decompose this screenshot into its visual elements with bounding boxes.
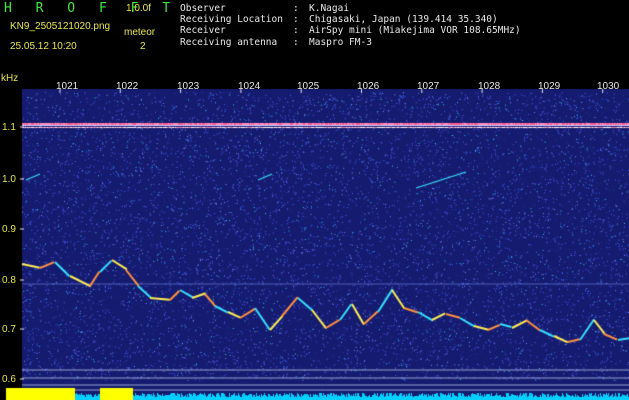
x-tick-label: 1030	[597, 81, 620, 92]
version-label: 1.0.0f	[126, 3, 152, 14]
unit-label: kHz	[1, 73, 19, 84]
info-separator: :	[293, 14, 299, 26]
info-separator: :	[293, 25, 299, 37]
x-tick-label: 1027	[417, 81, 440, 92]
meteor-count: 2	[140, 41, 146, 52]
x-tick-label: 1021	[56, 81, 79, 92]
x-tick-label: 1028	[478, 81, 501, 92]
info-key: Observer	[180, 3, 226, 14]
header-panel: H R O F F T 1.0.0f KN9_2505121020.png me…	[0, 0, 629, 72]
info-key: Receiving Location	[180, 14, 283, 26]
info-row-observer: Observer: K.Nagai	[180, 3, 521, 14]
y-tick-label: 0.6	[2, 374, 16, 385]
info-separator: :	[293, 36, 299, 48]
info-key: Receiving antenna	[180, 36, 278, 48]
file-name: KN9_2505121020.png	[10, 21, 111, 32]
datetime-label: 25.05.12 10:20	[10, 41, 77, 52]
spectrogram-canvas	[0, 72, 629, 400]
x-tick-label: 1024	[238, 81, 261, 92]
info-value: K.Nagai	[309, 3, 350, 14]
x-tick-label: 1023	[177, 81, 200, 92]
station-info: Observer: K.Nagai Receiving Location: Chig…	[180, 3, 521, 48]
info-separator: :	[293, 3, 299, 14]
info-value: Chigasaki, Japan (139.414 35.340)	[309, 14, 498, 26]
y-tick-label: 1.1	[2, 122, 16, 133]
info-row-antenna: Receiving antenna: Maspro FM-3	[180, 37, 521, 48]
y-tick-label: 0.7	[2, 324, 16, 335]
info-row-location: Receiving Location: Chigasaki, Japan (139…	[180, 14, 521, 25]
meteor-label: meteor	[124, 27, 156, 38]
y-tick-label: 0.8	[2, 275, 16, 286]
app-title: H R O F F T	[4, 1, 179, 16]
y-tick-label: 1.0	[2, 174, 16, 185]
x-tick-label: 1022	[116, 81, 139, 92]
info-key: Receiver	[180, 25, 226, 37]
y-tick-label: 0.9	[2, 224, 16, 235]
info-value: AirSpy mini (Miakejima VOR 108.65MHz)	[309, 25, 521, 37]
info-value: Maspro FM-3	[309, 36, 372, 48]
x-tick-label: 1025	[297, 81, 320, 92]
info-row-receiver: Receiver: AirSpy mini (Miakejima VOR 108.…	[180, 25, 521, 36]
x-tick-label: 1026	[357, 81, 380, 92]
x-tick-label: 1029	[538, 81, 561, 92]
